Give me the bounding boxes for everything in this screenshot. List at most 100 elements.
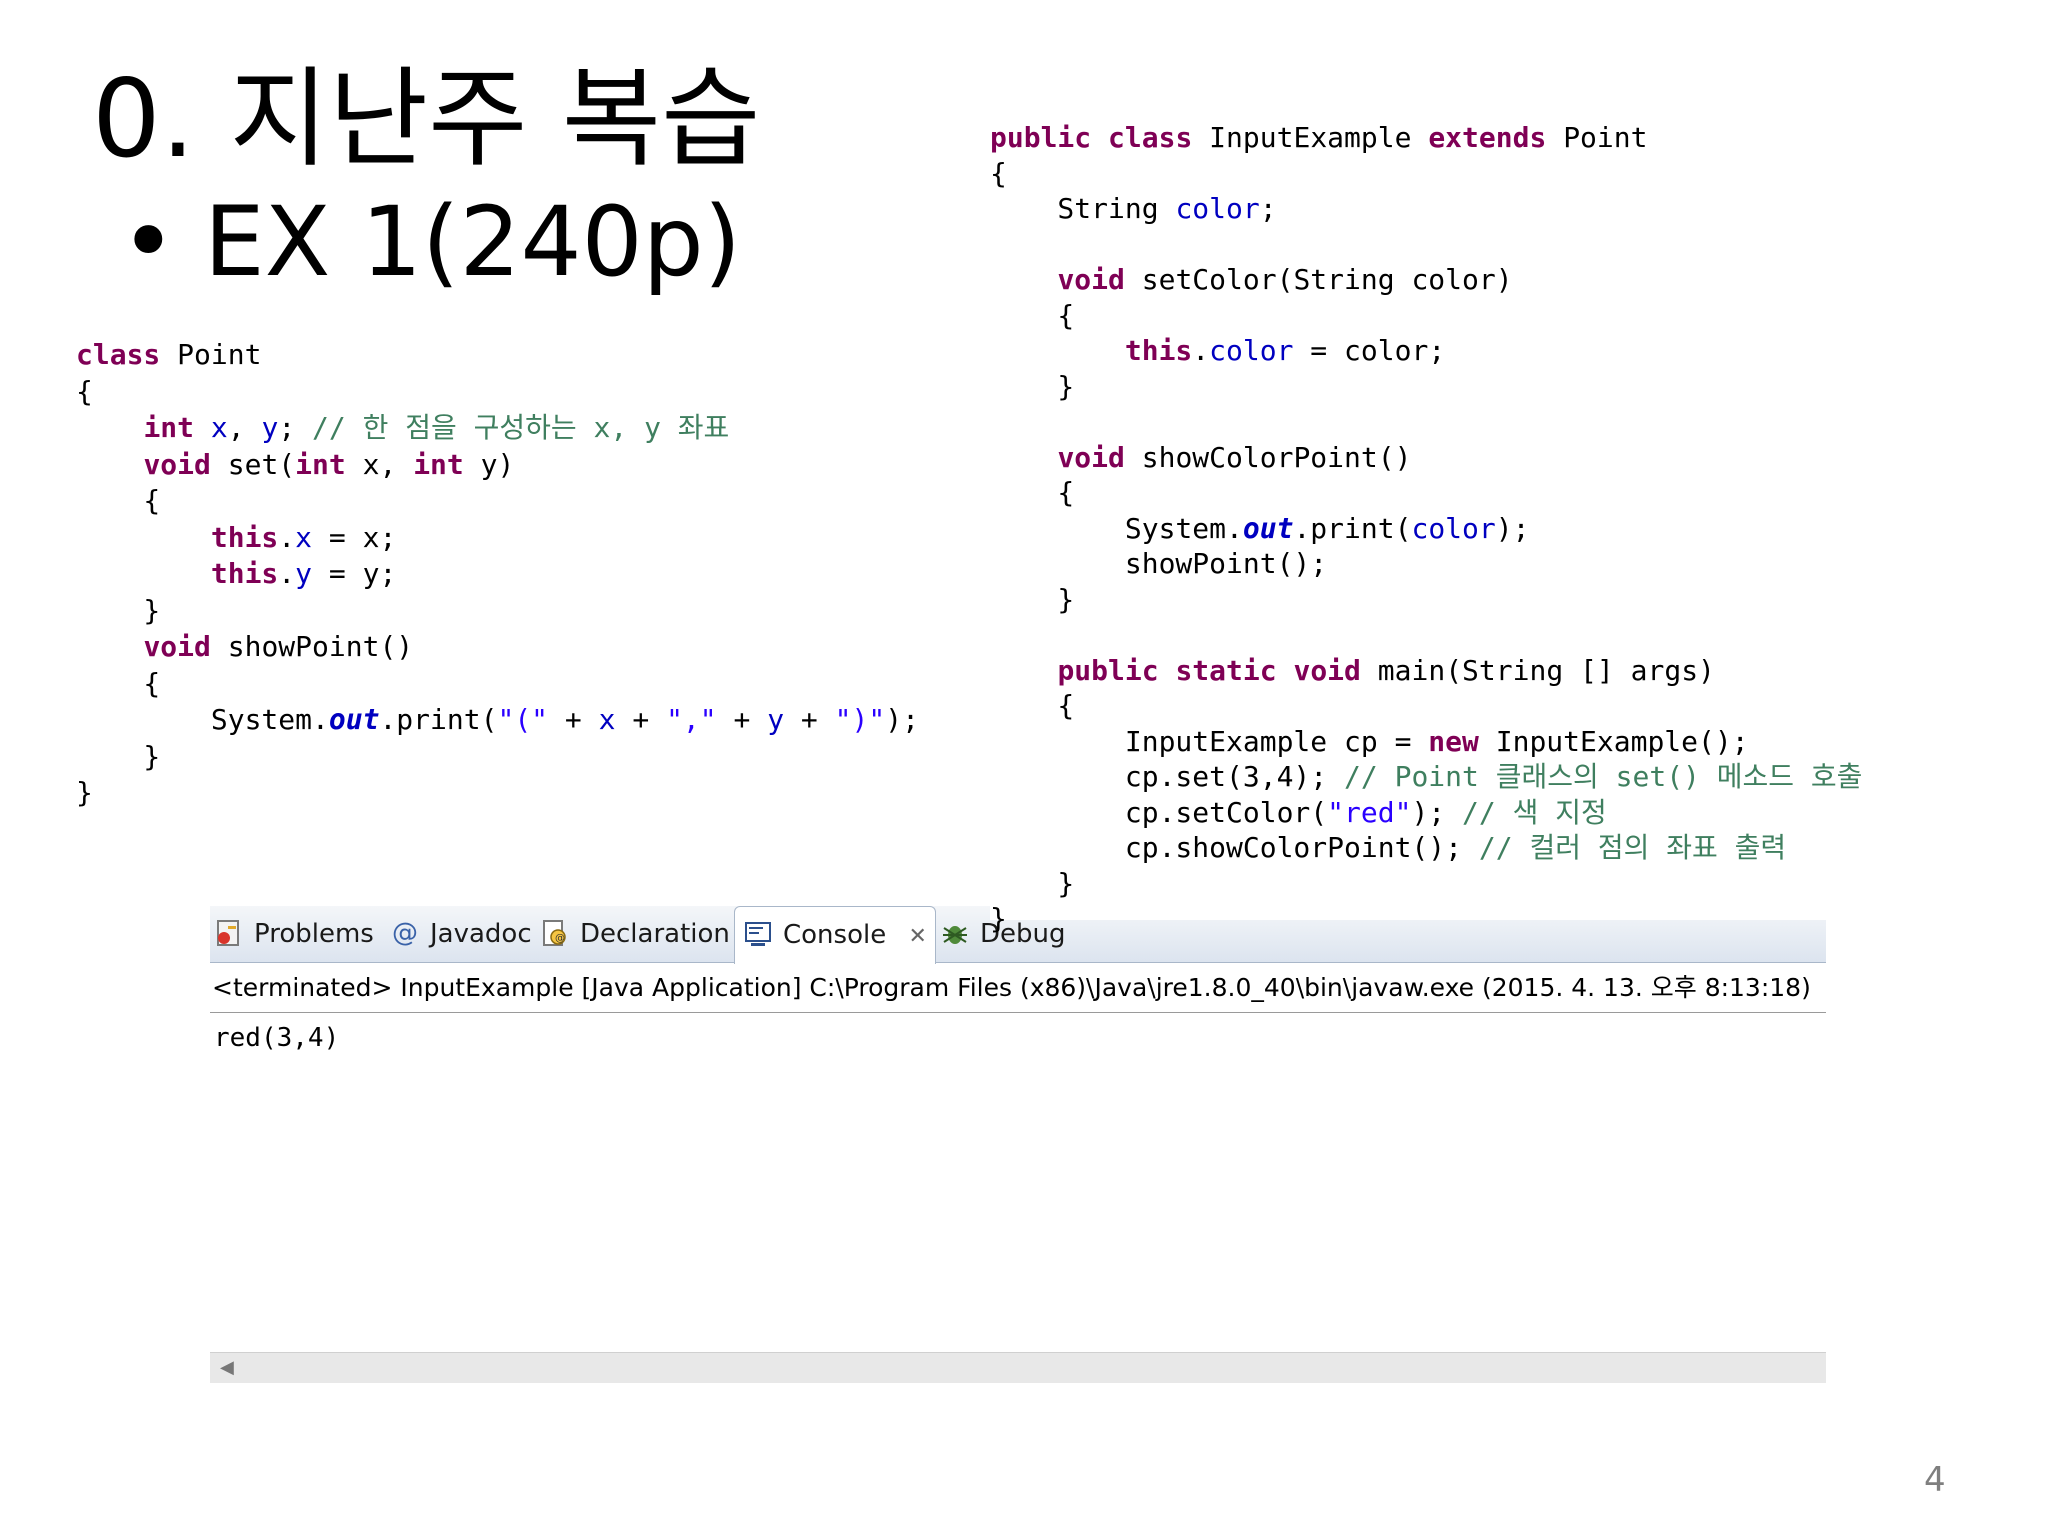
code-token: String [990,192,1176,225]
tab-javadoc[interactable]: @ Javadoc [390,906,532,962]
code-token: = y; [312,557,397,590]
console-output: red(3,4) [214,1023,340,1053]
code-token: y [261,411,279,444]
code-line: public class InputExample extends Point [990,120,1648,156]
code-token: showPoint() [210,630,414,663]
code-token: set( [210,447,296,481]
tab-label: Declaration [580,919,730,949]
code-token: { [990,689,1075,722]
code-line: cp.set(3,4); // Point 클래스의 set() 메소드 호출 [990,759,1863,795]
scroll-left-icon[interactable]: ◀ [220,1357,234,1378]
code-line: { [76,666,160,702]
code-token: public [1057,653,1159,687]
code-line: void showPoint() [76,629,413,665]
code-token: color [1411,511,1496,545]
code-line: } [990,901,1007,937]
code-snippet-point-class: class Point{ int x, y; // 한 점을 구성하는 x, y… [76,337,972,817]
code-token: } [990,369,1075,403]
code-token: "," [666,703,717,736]
code-token: .print( [379,703,498,736]
at-icon: @ [392,917,418,948]
page-number: 4 [1924,1460,1946,1500]
tab-label: Javadoc [430,919,532,949]
code-token: x [598,703,616,736]
console-view: Problems @ Javadoc @ Declaration Console … [210,906,1826,1383]
code-token: cp.showColorPoint(); [990,831,1479,864]
code-token: . [1192,334,1210,367]
code-line: { [76,374,93,410]
code-token: "(" [497,703,549,736]
code-token: , [227,411,262,444]
code-line: { [76,483,160,519]
code-token: + [548,703,599,736]
code-token: System. [990,511,1243,545]
code-token: } [990,902,1007,935]
code-token: new [1428,724,1479,758]
code-token: InputExample cp = [990,724,1429,758]
console-divider [210,1012,1826,1013]
code-snippet-inputexample-class: public class InputExample extends Point {… [990,120,1870,935]
code-token: } [76,593,161,627]
code-token: showColorPoint() [1124,440,1412,474]
code-token: x [295,520,313,554]
code-token: void [1057,440,1125,474]
code-line: this.y = y; [76,556,396,592]
code-token: cp.set(3,4); [990,760,1345,793]
code-token: extends [1428,121,1547,154]
code-token: Point [1546,121,1648,154]
code-token: } [76,776,93,809]
code-token: void [1057,263,1125,296]
code-token: ); [1411,795,1463,829]
code-token: ); [1495,511,1530,545]
code-token: // 한 점을 구성하는 x, y 좌표 [312,411,730,444]
code-token: x, [345,447,414,481]
code-line: cp.setColor("red"); // 색 지정 [990,795,1607,831]
code-token: this [210,557,279,590]
tab-console[interactable]: Console ✕ [734,906,936,964]
declaration-icon: @ [543,919,566,946]
code-token: Point [160,338,262,371]
code-token: } [990,866,1075,900]
code-token: ; [278,411,313,444]
code-token: this [1124,334,1193,367]
code-token: { [76,484,161,517]
code-token: // Point 클래스의 set() 메소드 호출 [1344,760,1863,793]
code-token: class [1108,121,1193,154]
code-token: "red" [1327,795,1412,829]
code-line: } [990,369,1074,405]
close-icon[interactable]: ✕ [908,924,926,949]
code-token: { [76,666,161,700]
code-token: } [990,582,1075,616]
code-token: InputExample(); [1478,724,1749,758]
code-line: public static void main(String [] args) [990,653,1714,689]
code-token: void [143,630,211,663]
code-token: { [76,374,93,408]
code-line: class Point [76,337,261,373]
code-token: class [76,338,161,371]
bullet-item: • EX 1(240p) [120,186,741,298]
code-line: String color; [990,191,1276,227]
code-line: this.x = x; [76,520,396,556]
code-token: this [210,520,279,554]
code-token: int [413,447,464,481]
code-line: { [990,688,1074,724]
tab-declaration[interactable]: @ Declaration [540,906,730,962]
code-token: { [990,476,1075,509]
code-token: . [278,557,296,590]
code-line: System.out.print(color); [990,511,1530,547]
code-token: + [716,703,768,736]
bullet-text: EX 1(240p) [204,186,742,298]
horizontal-scrollbar[interactable]: ◀ [210,1352,1826,1383]
code-token: = x; [312,520,397,554]
tab-problems[interactable]: Problems [214,906,382,962]
bullet-symbol: • [120,186,177,298]
